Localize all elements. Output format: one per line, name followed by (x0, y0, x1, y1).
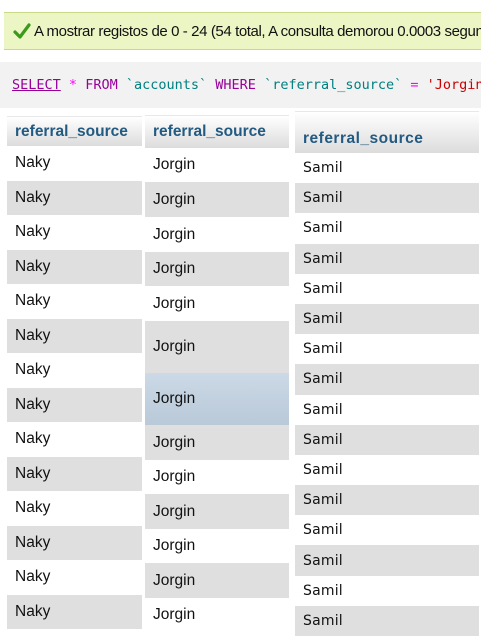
table-cell[interactable]: Samil (295, 183, 479, 214)
table-cell[interactable]: Naky (7, 180, 142, 215)
table-cell[interactable]: Jorgin (145, 529, 289, 563)
table-cell[interactable]: Naky (7, 318, 142, 353)
table-cell[interactable]: Samil (295, 545, 479, 576)
table-cell[interactable]: Samil (295, 454, 479, 486)
table-cell[interactable]: Samil (295, 394, 479, 425)
table-cell[interactable]: Naky (7, 249, 142, 284)
table-cell[interactable]: Samil (295, 485, 479, 516)
sql-table-name: `accounts` (125, 77, 208, 93)
table-cell[interactable]: Samil (295, 605, 479, 636)
result-column-3: referral_source Samil Samil Samil Samil … (295, 111, 479, 636)
sql-value: 'Jorgin' (426, 77, 481, 93)
table-cell[interactable]: Naky (7, 456, 142, 491)
table-cell[interactable]: Jorgin (145, 217, 289, 252)
table-cell[interactable]: Samil (295, 273, 479, 304)
success-message-text: A mostrar registos de 0 - 24 (54 total, … (34, 22, 481, 40)
column-header[interactable]: referral_source (295, 111, 479, 153)
table-cell[interactable]: Samil (295, 364, 479, 395)
table-cell-selected[interactable]: Jorgin (145, 373, 289, 425)
success-message: A mostrar registos de 0 - 24 (54 total, … (4, 12, 481, 50)
table-cell[interactable]: Naky (7, 215, 142, 250)
table-cell[interactable]: Naky (7, 353, 142, 388)
table-cell[interactable]: Samil (295, 243, 479, 274)
table-cell[interactable]: Jorgin (145, 321, 289, 373)
table-cell[interactable]: Naky (7, 284, 142, 319)
table-cell[interactable]: Samil (295, 515, 479, 546)
table-cell[interactable]: Naky (7, 491, 142, 526)
table-cell[interactable]: Naky (7, 146, 142, 181)
table-cell[interactable]: Samil (295, 575, 479, 606)
table-cell[interactable]: Jorgin (145, 252, 289, 286)
table-cell[interactable]: Samil (295, 424, 479, 455)
column-header[interactable]: referral_source (145, 115, 289, 148)
table-cell[interactable]: Samil (295, 153, 479, 184)
table-cell[interactable]: Naky (7, 594, 142, 629)
table-cell[interactable]: Naky (7, 560, 142, 595)
table-cell[interactable]: Naky (7, 525, 142, 560)
sql-select-keyword[interactable]: SELECT (12, 77, 61, 93)
table-cell[interactable]: Jorgin (145, 598, 289, 632)
sql-column-name: `referral_source` (264, 77, 403, 93)
sql-where-keyword: WHERE (215, 77, 256, 93)
table-cell[interactable]: Samil (295, 334, 479, 365)
sql-star: * (68, 77, 78, 93)
table-cell[interactable]: Naky (7, 387, 142, 422)
table-cell[interactable]: Samil (295, 303, 479, 335)
column-header[interactable]: referral_source (7, 116, 142, 146)
table-cell[interactable]: Jorgin (145, 182, 289, 217)
table-cell[interactable]: Jorgin (145, 286, 289, 321)
table-cell[interactable]: Jorgin (145, 460, 289, 494)
result-column-1: referral_source Naky Naky Naky Naky Naky… (7, 116, 142, 629)
table-cell[interactable]: Jorgin (145, 563, 289, 598)
sql-from-keyword: FROM (85, 77, 118, 93)
sql-query: SELECT * FROM `accounts` WHERE `referral… (0, 62, 481, 108)
sql-operator: = (410, 77, 419, 93)
table-cell[interactable]: Samil (295, 213, 479, 244)
table-cell[interactable]: Jorgin (145, 494, 289, 529)
check-icon (13, 23, 31, 39)
table-cell[interactable]: Jorgin (145, 148, 289, 182)
table-cell[interactable]: Naky (7, 422, 142, 457)
table-cell[interactable]: Jorgin (145, 425, 289, 460)
result-column-2: referral_source Jorgin Jorgin Jorgin Jor… (145, 115, 289, 632)
